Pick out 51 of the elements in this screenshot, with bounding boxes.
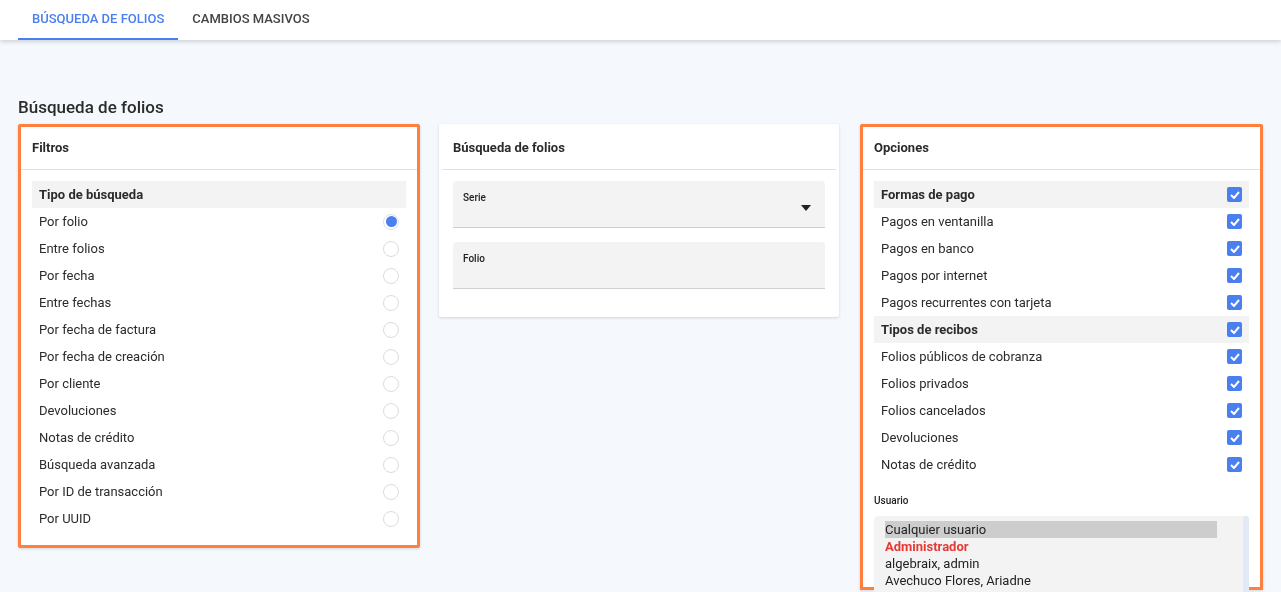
radio-option[interactable]: Por UUID <box>32 505 406 532</box>
radio-option[interactable]: Notas de crédito <box>32 424 406 451</box>
checkbox[interactable] <box>1227 349 1242 364</box>
list-group-label[interactable]: Administrador <box>885 538 1217 555</box>
checkbox[interactable] <box>1227 403 1242 418</box>
checkbox[interactable] <box>1227 295 1242 310</box>
checkbox[interactable] <box>1227 430 1242 445</box>
section-header[interactable]: Formas de pago <box>874 181 1249 208</box>
checkbox[interactable] <box>1227 376 1242 391</box>
checkbox[interactable] <box>1227 268 1242 283</box>
checkbox[interactable] <box>1227 241 1242 256</box>
checkbox-option[interactable]: Notas de crédito <box>874 451 1249 478</box>
panel-title: Filtros <box>32 139 69 158</box>
radio-option[interactable]: Por fecha de creación <box>32 343 406 370</box>
radio-option[interactable]: Entre fechas <box>32 289 406 316</box>
checkbox-option[interactable]: Pagos en banco <box>874 235 1249 262</box>
section-header: Tipo de búsqueda <box>32 181 406 208</box>
radio-option[interactable]: Devoluciones <box>32 397 406 424</box>
radio-option[interactable]: Por fecha de factura <box>32 316 406 343</box>
panel-title: Búsqueda de folios <box>453 139 565 158</box>
page-title: Búsqueda de folios <box>18 96 165 119</box>
input-field[interactable]: Folio <box>453 242 826 289</box>
radio-option[interactable]: Entre folios <box>32 235 406 262</box>
tab[interactable]: CAMBIOS MASIVOS <box>178 0 324 40</box>
checkbox[interactable] <box>1227 214 1242 229</box>
dropdown-icon <box>801 205 812 211</box>
section-header[interactable]: Tipos de recibos <box>874 316 1249 343</box>
radio-option[interactable]: Por folio <box>32 208 406 235</box>
checkbox-option[interactable]: Devoluciones <box>874 424 1249 451</box>
list-option[interactable]: algebraix, admin <box>885 555 1217 572</box>
list-option[interactable]: Cualquier usuario <box>885 521 1217 538</box>
radio-option[interactable]: Por ID de transacción <box>32 478 406 505</box>
checkbox-option[interactable]: Pagos recurrentes con tarjeta <box>874 289 1249 316</box>
field-label: Usuario <box>874 494 910 508</box>
checkbox[interactable] <box>1227 322 1242 337</box>
panel-title: Opciones <box>874 139 929 158</box>
tab[interactable]: BÚSQUEDA DE FOLIOS <box>18 0 179 40</box>
user-list[interactable]: Cualquier usuario Administrador algebraix, admin Avechuco Flores, Ariadne <box>874 516 1249 592</box>
scrollbar[interactable] <box>1243 516 1249 592</box>
checkbox[interactable] <box>1227 457 1242 472</box>
checkbox-option[interactable]: Folios cancelados <box>874 397 1249 424</box>
checkbox-option[interactable]: Pagos en ventanilla <box>874 208 1249 235</box>
checkbox-option[interactable]: Folios privados <box>874 370 1249 397</box>
select-field[interactable]: Serie <box>453 181 826 228</box>
checkbox-option[interactable]: Pagos por internet <box>874 262 1249 289</box>
radio-option[interactable]: Por cliente <box>32 370 406 397</box>
radio-option[interactable]: Búsqueda avanzada <box>32 451 406 478</box>
checkbox-option[interactable]: Folios públicos de cobranza <box>874 343 1249 370</box>
radio-option[interactable]: Por fecha <box>32 262 406 289</box>
list-option[interactable]: Avechuco Flores, Ariadne <box>885 572 1217 589</box>
checkbox[interactable] <box>1227 187 1242 202</box>
